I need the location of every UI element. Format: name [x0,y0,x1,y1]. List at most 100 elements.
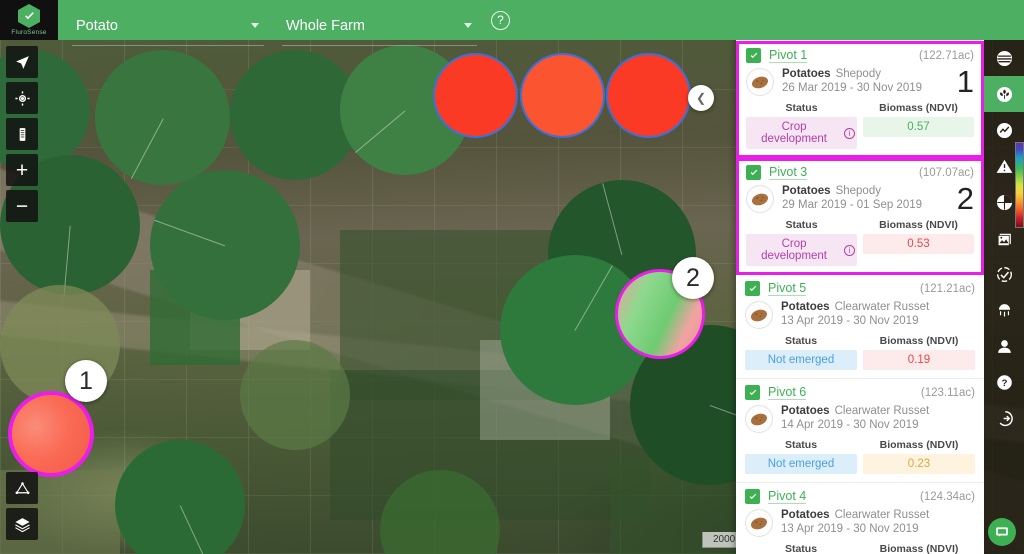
sidebar-item-help[interactable]: ? [984,364,1024,400]
sidebar-item-account[interactable] [984,328,1024,364]
biomass-column: Biomass (NDVI) 0.53 [863,219,974,266]
status-badge: Crop development i [746,117,857,149]
crop-variety-label: Clearwater Russet [834,405,930,417]
chat-support-button[interactable] [988,518,1016,546]
field-card-header: Pivot 5 (121.21ac) [745,281,975,296]
field-area-label: (124.34ac) [920,490,975,503]
field-card[interactable]: Pivot 6 (123.11ac) Potatoes Clearwater Russ… [736,379,984,483]
field-card[interactable]: Pivot 5 (121.21ac) Potatoes Clearwater Russ… [736,275,984,379]
crop-season-dates: 13 Apr 2019 - 30 Nov 2019 [781,315,919,327]
field-visibility-checkbox[interactable] [745,385,760,400]
crop-meta: Potatoes Shepody 26 Mar 2019 - 30 Nov 2019 [782,68,953,94]
crop-meta: Potatoes Shepody 29 Mar 2019 - 01 Sep 2019 [782,185,953,211]
field-visibility-checkbox[interactable] [745,281,760,296]
field-name-link[interactable]: Pivot 6 [768,385,807,400]
field-stats: StatusNot emerged Biomass (NDVI)0.25 [745,543,975,554]
field-marker-number: 2 [956,181,974,216]
crop-name-label: Potatoes [781,301,830,313]
map-pivot-circle[interactable] [240,340,350,450]
crop-name-label: Potatoes [782,185,831,197]
layers-icon[interactable] [6,508,38,540]
field-list-panel: 22 May 2019 NDVI Pivot 1(122.71ac)Potato… [736,0,984,554]
field-crop-info: Potatoes Shepody 26 Mar 2019 - 30 Nov 2019… [746,64,974,99]
map-pivot-circle-ndvi-red[interactable] [606,53,691,138]
field-card[interactable]: Pivot 1 (122.71ac) Potatoes Shepody 26 Mar 2… [736,41,984,158]
crop-variety-label: Shepody [835,185,881,197]
crop-variety-label: Shepody [835,68,881,80]
crop-name-label: Potatoes [781,509,830,521]
map-marker-1[interactable]: 1 [65,360,107,402]
status-badge: Crop development i [746,234,857,266]
crop-meta: Potatoes Clearwater Russet 13 Apr 2019 - 3… [781,509,975,535]
logout-icon [999,410,1013,426]
navigate-icon[interactable] [6,46,38,78]
biomass-value: 0.53 [863,234,974,254]
field-name-link[interactable]: Pivot 1 [769,48,808,63]
panel-collapse-button[interactable]: ❮ [688,85,714,111]
check-progress-icon [996,266,1012,282]
crop-thumbnail [745,405,773,433]
draw-polygon-icon[interactable] [6,472,38,504]
sidebar-item-crop-health[interactable] [984,76,1024,112]
biomass-column: Biomass (NDVI) 0.57 [863,102,974,149]
chevron-down-icon [251,23,259,28]
crop-meta: Potatoes Clearwater Russet 13 Apr 2019 - 3… [781,301,975,327]
crop-name-label: Potatoes [781,405,830,417]
field-visibility-checkbox[interactable] [746,165,761,180]
farm-filter-select[interactable]: Whole Farm [282,6,477,46]
map-pivot-circle-ndvi-red[interactable] [520,53,605,138]
field-crop-info: Potatoes Clearwater Russet 13 Apr 2019 - 3… [745,301,975,329]
crop-name-label: Potatoes [782,68,831,80]
right-nav-rail: ❯ [984,0,1024,554]
status-header: Status [785,219,818,231]
status-header: Status [784,439,818,451]
ruler-icon[interactable] [6,118,38,150]
chat-bubble-icon [996,527,1008,537]
field-visibility-checkbox[interactable] [745,489,760,504]
sidebar-item-progress[interactable] [984,256,1024,292]
biomass-header: Biomass (NDVI) [879,543,959,554]
crop-season-dates: 14 Apr 2019 - 30 Nov 2019 [781,419,919,431]
sidebar-item-logout[interactable] [984,400,1024,436]
app-root: 1 2 + − 2000 ft ❮ FluroSense Potato Whol… [0,0,1024,554]
sidebar-item-field-rows[interactable] [984,40,1024,76]
field-rows-icon [996,50,1012,66]
map-pivot-circle[interactable] [95,50,230,185]
imagery-stack-icon [997,233,1011,246]
map-pivot-circle-ndvi-red[interactable] [433,53,518,138]
crop-season-dates: 29 Mar 2019 - 01 Sep 2019 [782,199,923,211]
info-icon[interactable]: i [844,244,855,256]
field-card-list[interactable]: Pivot 1 (122.71ac) Potatoes Shepody 26 Mar 2… [736,41,984,554]
map-pivot-circle[interactable] [150,170,300,320]
field-name-link[interactable]: Pivot 3 [769,165,808,180]
irrigation-icon [998,303,1010,316]
field-name-link[interactable]: Pivot 5 [768,281,807,296]
status-header: Status [784,335,818,347]
map-marker-2[interactable]: 2 [672,257,714,299]
question-circle-icon[interactable]: ? [491,10,510,30]
account-icon [997,339,1011,353]
field-marker-number: 1 [956,64,974,99]
leaf-check-icon [18,4,40,28]
field-area-label: (107.07ac) [919,166,974,179]
field-card[interactable]: Pivot 4 (124.34ac) Potatoes Clearwater Russ… [736,483,984,554]
zoom-out-icon[interactable]: − [6,190,38,222]
status-badge: Not emerged [745,454,857,474]
biomass-header: Biomass (NDVI) [879,335,959,347]
zoom-in-icon[interactable]: + [6,154,38,186]
map-pivot-circle-selected-1[interactable] [8,391,94,477]
crop-filter-label: Potato [76,17,118,34]
field-name-link[interactable]: Pivot 4 [768,489,807,504]
field-card[interactable]: Pivot 3 (107.07ac) Potatoes Shepody 29 Mar 2… [736,158,984,275]
crop-filter-select[interactable]: Potato [72,6,264,46]
field-area-label: (122.71ac) [919,49,974,62]
field-card-header: Pivot 4 (124.34ac) [745,489,975,504]
field-stats: Status Not emerged Biomass (NDVI) 0.23 [745,439,975,474]
locate-icon[interactable] [6,82,38,114]
biomass-header: Biomass (NDVI) [879,219,958,231]
field-visibility-checkbox[interactable] [746,48,761,63]
app-logo[interactable]: FluroSense [0,0,58,40]
field-crop-info: Potatoes Clearwater Russet 14 Apr 2019 - 3… [745,405,975,433]
info-icon[interactable]: i [844,127,855,139]
sidebar-item-irrigation[interactable] [984,292,1024,328]
